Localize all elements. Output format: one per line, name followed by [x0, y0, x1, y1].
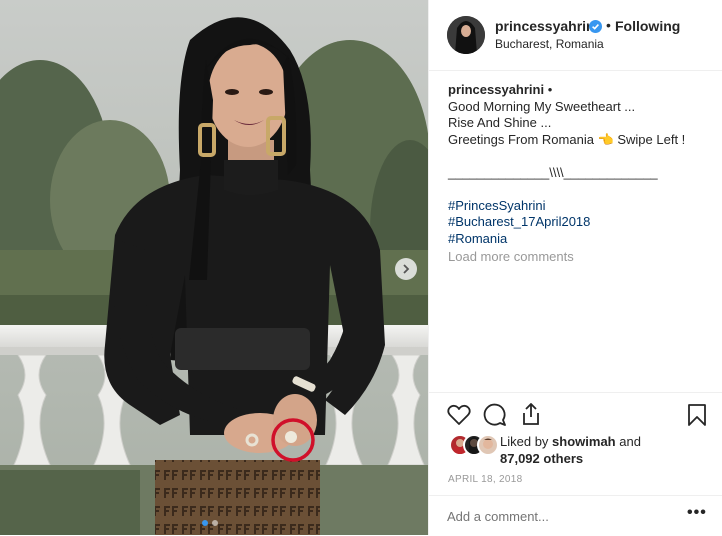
caption-line: Greetings From Romania 👈 Swipe Left !: [448, 131, 686, 147]
following-button[interactable]: Following: [615, 18, 680, 34]
post-caption: princessyahrini • Good Morning My Sweeth…: [448, 82, 710, 247]
header-separator: •: [606, 17, 611, 33]
more-options-button[interactable]: •••: [687, 504, 707, 522]
caption-line: ______________\\\\_____________: [448, 164, 658, 180]
liked-by-avatars[interactable]: [449, 434, 499, 456]
carousel-indicator: [202, 520, 218, 526]
liked-by-and: and: [619, 434, 641, 449]
post-photo[interactable]: [0, 0, 428, 535]
caption-line: [448, 148, 710, 165]
verified-badge-icon: [589, 20, 602, 33]
likes-summary: Liked by showimah and 87,092 others: [500, 434, 641, 467]
post-header: princessyahrini • Following Bucharest, R…: [429, 0, 722, 71]
avatar[interactable]: [447, 16, 485, 54]
post-date: APRIL 18, 2018: [448, 474, 523, 485]
caption-line: Good Morning My Sweetheart ...: [448, 98, 636, 114]
chevron-right-icon: [403, 264, 410, 274]
hashtag-link[interactable]: #PrincesSyahrini: [448, 198, 710, 215]
avatar-image: [447, 16, 485, 54]
likes-count-link[interactable]: 87,092 others: [500, 451, 583, 466]
hashtag-link[interactable]: #Romania: [448, 231, 710, 248]
caption-bullet: •: [547, 82, 553, 97]
carousel-next-button[interactable]: [395, 258, 417, 280]
post-author-username[interactable]: princessyahrini: [495, 18, 599, 34]
photo-illustration: [0, 0, 428, 535]
carousel-dot-active: [202, 520, 208, 526]
share-icon[interactable]: [520, 402, 542, 426]
carousel-dot: [212, 520, 218, 526]
post-side-panel: princessyahrini • Following Bucharest, R…: [428, 0, 722, 535]
caption-line: Rise And Shine ...: [448, 115, 552, 130]
caption-line: [448, 181, 710, 198]
post-location[interactable]: Bucharest, Romania: [495, 37, 604, 51]
caption-username[interactable]: princessyahrini: [448, 82, 544, 97]
liked-by-prefix: Liked by: [500, 434, 549, 449]
comment-bubble-icon[interactable]: [483, 403, 507, 427]
bookmark-icon[interactable]: [687, 403, 707, 427]
load-more-comments-button[interactable]: Load more comments: [448, 249, 574, 264]
heart-icon[interactable]: [447, 404, 471, 426]
hashtag-link[interactable]: #Bucharest_17April2018: [448, 214, 710, 231]
liked-by-user-link[interactable]: showimah: [552, 434, 616, 449]
comment-bar: •••: [429, 495, 722, 536]
liker-avatar: [477, 434, 499, 456]
actions-divider: [429, 392, 722, 394]
add-comment-input[interactable]: [447, 506, 677, 527]
